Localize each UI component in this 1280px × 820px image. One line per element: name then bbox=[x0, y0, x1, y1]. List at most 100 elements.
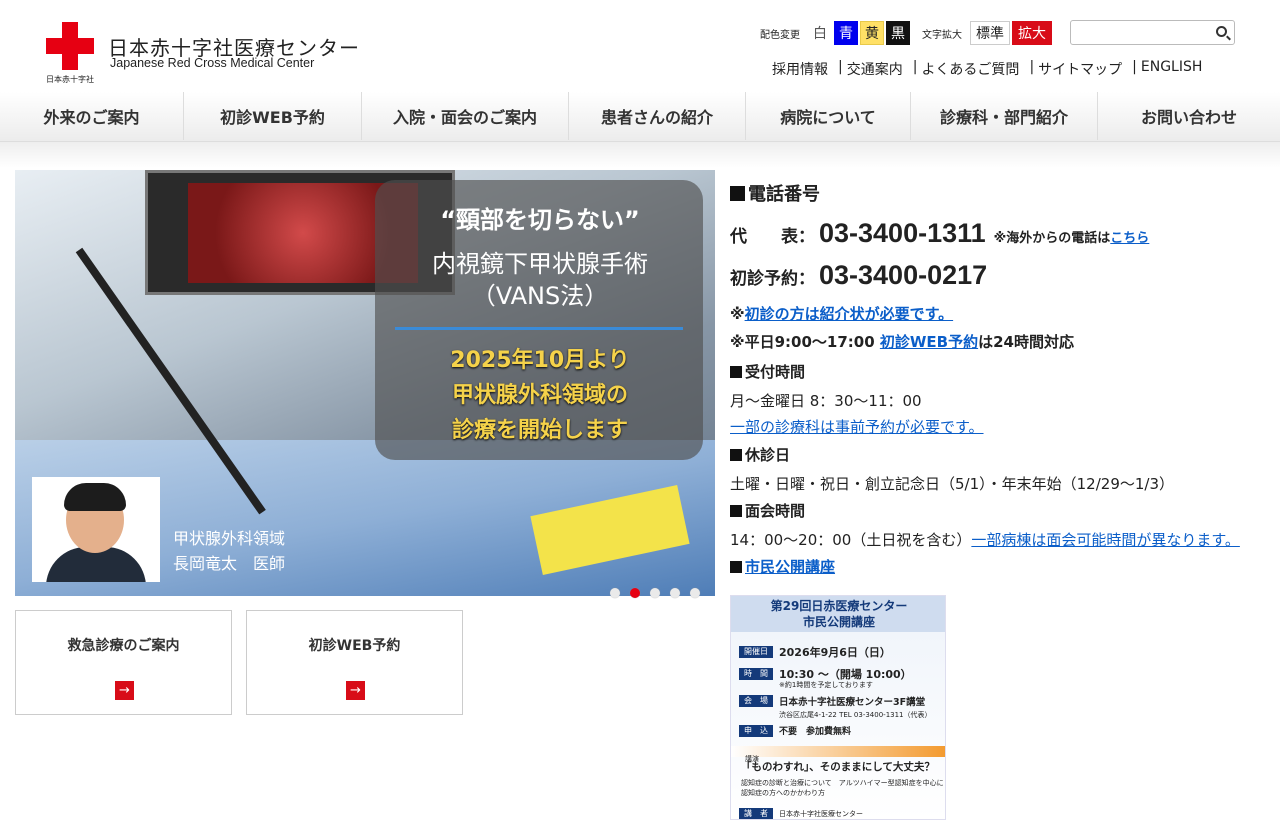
nav-outpatient[interactable]: 外来のご案内 bbox=[0, 92, 184, 140]
visit-exception-link[interactable]: 一部病棟は面会可能時間が異なります。 bbox=[971, 531, 1240, 549]
hero-announce-1: 2025年10月より bbox=[450, 348, 630, 373]
link-recruit[interactable]: 採用情報 bbox=[772, 59, 828, 79]
public-lecture-link[interactable]: 市民公開講座 bbox=[745, 558, 835, 576]
link-separator: | bbox=[1029, 59, 1035, 75]
site-logo[interactable]: 日本赤十字社 日本赤十字社医療センター Japanese Red Cross M… bbox=[46, 22, 359, 86]
reception-heading: 受付時間 bbox=[730, 361, 805, 382]
slider-dots bbox=[610, 588, 710, 598]
poster-theme-band: 講演 bbox=[731, 746, 945, 763]
color-white-button[interactable]: 白 bbox=[808, 21, 832, 45]
color-black-button[interactable]: 黒 bbox=[886, 21, 910, 45]
visit-hours: 14：00〜20：00（土日祝を含む） bbox=[730, 531, 972, 549]
square-bullet-icon bbox=[730, 366, 742, 378]
global-nav: 外来のご案内 初診WEB予約 入院・面会のご案内 患者さんの紹介 病院について … bbox=[0, 92, 1280, 142]
hero-divider bbox=[395, 327, 683, 330]
link-english[interactable]: ENGLISH bbox=[1141, 59, 1203, 79]
square-bullet-icon bbox=[730, 186, 745, 201]
red-cross-icon bbox=[46, 22, 94, 70]
referral-note: ※初診の方は紹介状が必要です。 bbox=[730, 305, 954, 323]
nav-departments[interactable]: 診療科・部門紹介 bbox=[911, 92, 1098, 140]
poster-title: 第29回日赤医療センター 市民公開講座 bbox=[731, 596, 945, 632]
nav-shadow-band bbox=[0, 142, 1280, 168]
poster-desc-1: 認知症の診断と治療について アルツハイマー型認知症を中心に bbox=[741, 779, 944, 787]
hero-caption-department: 甲状腺外科領域 bbox=[173, 529, 286, 548]
accessibility-toolbar: 配色変更 白 青 黄 黒 文字拡大 標準 拡大 bbox=[760, 20, 1054, 46]
hero-subtitle-2: （VANS法） bbox=[471, 282, 609, 310]
link-separator: | bbox=[838, 59, 843, 75]
overseas-link[interactable]: こちら bbox=[1110, 231, 1149, 246]
poster-theme: 「ものわすれ」、そのままにして大丈夫？ bbox=[741, 761, 935, 773]
closed-days: 土曜・日曜・祝日・創立記念日（5/1）・年末年始（12/29〜1/3） bbox=[730, 475, 1175, 493]
main-tel-label: 代 表： bbox=[730, 227, 815, 247]
arrow-right-icon: → bbox=[115, 681, 134, 700]
color-yellow-button[interactable]: 黄 bbox=[860, 21, 884, 45]
link-access[interactable]: 交通案内 bbox=[847, 59, 903, 79]
lecture-heading: 市民公開講座 bbox=[730, 556, 835, 577]
search-input[interactable] bbox=[1071, 21, 1211, 44]
visit-heading: 面会時間 bbox=[730, 500, 805, 521]
search-icon[interactable] bbox=[1216, 26, 1227, 37]
square-bullet-icon bbox=[730, 449, 742, 461]
reception-link-row: 一部の診療科は事前予約が必要です。 bbox=[730, 416, 984, 437]
slider-dot[interactable] bbox=[650, 588, 660, 598]
advance-reservation-link[interactable]: 一部の診療科は事前予約が必要です。 bbox=[730, 418, 984, 436]
logo-small-text: 日本赤十字社 bbox=[46, 75, 94, 84]
web-reservation-tile-label: 初診WEB予約 bbox=[308, 638, 401, 654]
hero-quote: “頸部を切らない” bbox=[440, 206, 640, 234]
emergency-tile-label: 救急診療のご案内 bbox=[67, 638, 180, 654]
poster-apply-row: 申 込不要 参加費無料 bbox=[739, 724, 851, 737]
link-separator: | bbox=[1132, 59, 1137, 75]
overseas-note: ※海外からの電話は bbox=[993, 231, 1111, 246]
visit-row: 14：00〜20：00（土日祝を含む）一部病棟は面会可能時間が異なります。 bbox=[730, 529, 1240, 550]
first-visit-tel-row: 初診予約： 03-3400-0217 bbox=[730, 260, 987, 291]
link-separator: | bbox=[912, 59, 918, 75]
hero-slider[interactable]: “頸部を切らない” 内視鏡下甲状腺手術 （VANS法） 2025年10月より 甲… bbox=[15, 170, 715, 596]
nav-inpatient[interactable]: 入院・面会のご案内 bbox=[362, 92, 569, 140]
link-sitemap[interactable]: サイトマップ bbox=[1038, 59, 1122, 79]
hero-announce-3: 診療を開始します bbox=[451, 418, 628, 443]
logo-name-en: Japanese Red Cross Medical Center bbox=[110, 56, 315, 70]
color-change-label: 配色変更 bbox=[760, 29, 800, 41]
main-tel-number[interactable]: 03-3400-1311 bbox=[819, 218, 986, 248]
poster-address: 渋谷区広尾4-1-22 TEL 03-3400-1311（代表） bbox=[779, 711, 932, 719]
site-search bbox=[1070, 20, 1235, 45]
doctor-photo bbox=[32, 477, 160, 582]
poster-desc-2: 認知症の方へのかかわり方 bbox=[741, 789, 825, 797]
web-reservation-link[interactable]: 初診WEB予約 bbox=[880, 333, 978, 351]
poster-speaker-row: 講 者日本赤十字社医療センター bbox=[739, 808, 863, 819]
closed-heading: 休診日 bbox=[730, 444, 790, 465]
slider-dot-active[interactable] bbox=[630, 588, 640, 598]
tel-heading: 電話番号 bbox=[730, 180, 820, 206]
public-lecture-poster[interactable]: 第29回日赤医療センター 市民公開講座 開催日 2026年9月6日（日） 時 間 10… bbox=[730, 595, 946, 820]
emergency-tile[interactable]: 救急診療のご案内 → bbox=[15, 610, 232, 715]
nav-referral[interactable]: 患者さんの紹介 bbox=[569, 92, 746, 140]
nav-web-reservation[interactable]: 初診WEB予約 bbox=[184, 92, 362, 140]
first-visit-label: 初診予約： bbox=[730, 269, 815, 289]
hero-caption-doctor: 長岡竜太 医師 bbox=[173, 554, 286, 573]
font-standard-button[interactable]: 標準 bbox=[970, 21, 1010, 45]
color-blue-button[interactable]: 青 bbox=[834, 21, 858, 45]
nav-contact[interactable]: お問い合わせ bbox=[1098, 92, 1280, 140]
web-reservation-tile[interactable]: 初診WEB予約 → bbox=[246, 610, 463, 715]
square-bullet-icon bbox=[730, 505, 742, 517]
square-bullet-icon bbox=[730, 561, 742, 573]
hero-announce-2: 甲状腺外科領域の bbox=[451, 383, 628, 408]
referral-letter-link[interactable]: 初診の方は紹介状が必要です。 bbox=[745, 305, 954, 323]
slider-dot[interactable] bbox=[610, 588, 620, 598]
reception-hours: 月〜金曜日 8：30〜11：00 bbox=[730, 392, 922, 410]
font-size-label: 文字拡大 bbox=[922, 29, 962, 41]
link-faq[interactable]: よくあるご質問 bbox=[921, 59, 1019, 79]
first-visit-number[interactable]: 03-3400-0217 bbox=[819, 260, 987, 290]
poster-time-note: ※約1時間を予定しております bbox=[779, 681, 873, 689]
poster-venue-row: 会 場日本赤十字社医療センター3F講堂 bbox=[739, 694, 925, 708]
arrow-right-icon: → bbox=[346, 681, 365, 700]
main-tel-row: 代 表： 03-3400-1311 ※海外からの電話はこちら bbox=[730, 218, 1149, 249]
slider-dot[interactable] bbox=[670, 588, 680, 598]
utility-links: 採用情報 | 交通案内 | よくあるご質問 | サイトマップ | ENGLISH bbox=[772, 59, 1212, 79]
web-reservation-note: ※平日9:00〜17:00 初診WEB予約は24時間対応 bbox=[730, 333, 1074, 351]
font-large-button[interactable]: 拡大 bbox=[1012, 21, 1052, 45]
poster-date-row: 開催日 2026年9月6日（日） bbox=[739, 644, 891, 660]
nav-about[interactable]: 病院について bbox=[746, 92, 911, 140]
slider-dot[interactable] bbox=[690, 588, 700, 598]
hero-subtitle-1: 内視鏡下甲状腺手術 bbox=[432, 250, 648, 278]
